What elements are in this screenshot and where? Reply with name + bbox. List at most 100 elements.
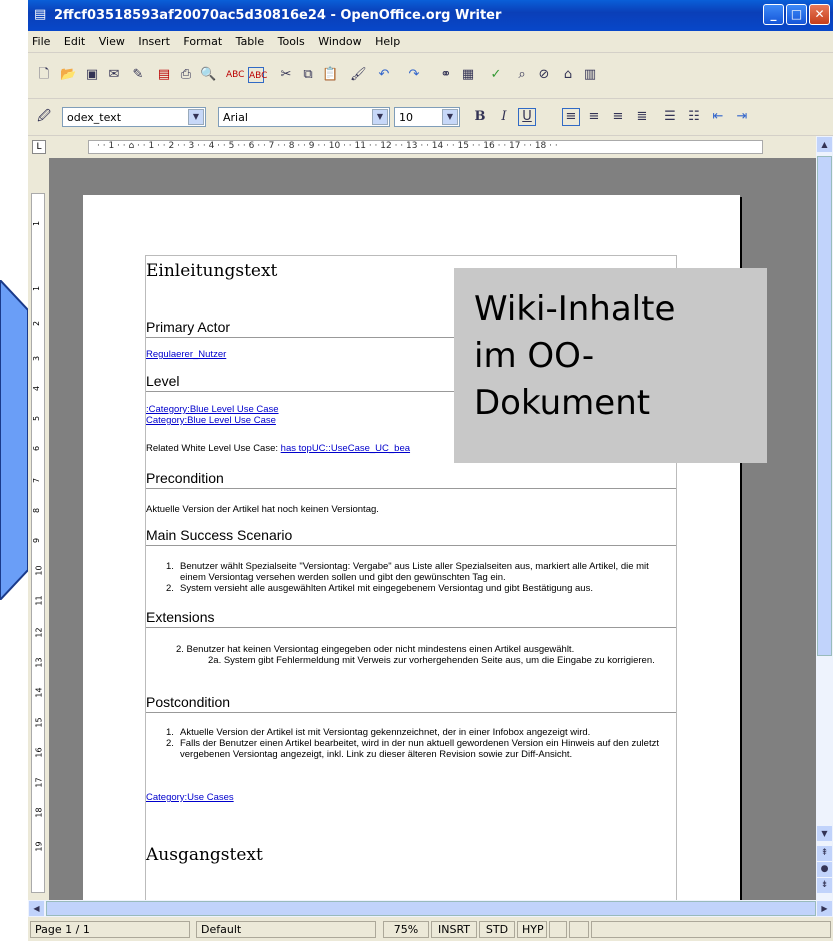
page-preview-icon[interactable]: 🔍 <box>200 67 216 83</box>
menu-bar: File Edit View Insert Format Table Tools… <box>28 31 833 53</box>
close-button[interactable]: ✕ <box>809 4 830 25</box>
font-size-select[interactable]: 10 ▼ <box>394 107 460 127</box>
previous-page-icon[interactable]: ⇞ <box>817 846 832 861</box>
hyperlink-icon[interactable]: ⚭ <box>438 67 454 83</box>
minimize-button[interactable]: _ <box>763 4 784 25</box>
underline-icon[interactable]: U <box>518 108 536 126</box>
horizontal-ruler[interactable]: L · · 1 · · ⌂ · · 1 · · 2 · · 3 · · 4 · … <box>28 136 833 158</box>
title-bar: ▤ 2ffcf03518593af20070ac5d30816e24 - Ope… <box>28 0 833 31</box>
formatting-toolbar: 🖉 odex_text ▼ Arial ▼ 10 ▼ B I U ≡ ≡ ≡ ≣ ☰ … <box>28 99 833 136</box>
vertical-scrollbar[interactable]: ▲ ▼ ⇞ ● ⇟ <box>816 136 833 900</box>
status-bar: Page 1 / 1 Default 75% INSRT STD HYP <box>28 917 833 941</box>
navigation-icon[interactable]: ● <box>817 862 832 877</box>
font-size-value: 10 <box>399 111 413 124</box>
autospellcheck-icon[interactable]: ABC <box>248 67 267 83</box>
font-name-select[interactable]: Arial ▼ <box>218 107 390 127</box>
vruler-number: 19 <box>34 841 44 852</box>
tab-stop-icon[interactable]: L <box>32 140 46 154</box>
show-draw-functions-icon[interactable]: ✓ <box>488 67 504 83</box>
insert-mode[interactable]: INSRT <box>431 921 477 938</box>
chevron-down-icon[interactable]: ▼ <box>188 109 204 125</box>
numbering-icon[interactable]: ☰ <box>662 109 678 125</box>
vruler-number: 14 <box>34 687 44 698</box>
paste-icon[interactable]: 📋 <box>322 67 338 83</box>
menu-help[interactable]: Help <box>371 31 406 48</box>
gallery-icon[interactable]: ⌂ <box>560 67 576 83</box>
align-center-icon[interactable]: ≡ <box>586 109 602 125</box>
scroll-right-icon[interactable]: ▶ <box>817 901 832 916</box>
table-icon[interactable]: ▦ <box>460 67 476 83</box>
callout-line: Dokument <box>474 383 651 423</box>
hyperlink-mode[interactable]: HYP <box>517 921 547 938</box>
justify-icon[interactable]: ≣ <box>634 109 650 125</box>
selection-mode[interactable]: STD <box>479 921 515 938</box>
extension-subitem: 2a. System gibt Fehlermeldung mit Verwei… <box>208 655 655 666</box>
chevron-down-icon[interactable]: ▼ <box>442 109 458 125</box>
actor-link[interactable]: Regulaerer_Nutzer <box>146 349 226 360</box>
maximize-button[interactable]: □ <box>786 4 807 25</box>
align-right-icon[interactable]: ≡ <box>610 109 626 125</box>
vruler-number: 17 <box>34 777 44 788</box>
export-pdf-icon[interactable]: ▤ <box>156 67 172 83</box>
heading-main-success-scenario: Main Success Scenario <box>146 527 676 546</box>
menu-table[interactable]: Table <box>232 31 270 48</box>
page-style[interactable]: Default <box>196 921 376 938</box>
callout-box: Wiki-Inhalte im OO- Dokument <box>454 268 767 463</box>
level-link-2[interactable]: Category:Blue Level Use Case <box>146 415 276 426</box>
navigator-icon[interactable]: ⊘ <box>536 67 552 83</box>
save-icon[interactable]: ▣ <box>84 67 100 83</box>
heading-ausgangstext: Ausgangstext <box>146 845 263 865</box>
redo-icon[interactable]: ↷ <box>406 67 422 83</box>
related-label: Related White Level Use Case: <box>146 443 281 454</box>
new-document-icon[interactable]: 🗋 <box>36 67 52 83</box>
scroll-left-icon[interactable]: ◀ <box>29 901 44 916</box>
bullets-icon[interactable]: ☷ <box>686 109 702 125</box>
cut-icon[interactable]: ✂ <box>278 67 294 83</box>
undo-icon[interactable]: ↶ <box>376 67 392 83</box>
scroll-down-icon[interactable]: ▼ <box>817 826 832 841</box>
list-item: Benutzer wählt Spezialseite "Versiontag:… <box>180 561 649 583</box>
open-folder-icon[interactable]: 📂 <box>60 67 76 83</box>
print-icon[interactable]: ⎙ <box>178 67 194 83</box>
callout-line: Wiki-Inhalte <box>474 289 676 329</box>
data-sources-icon[interactable]: ▥ <box>582 67 598 83</box>
edit-file-icon[interactable]: ✎ <box>130 67 146 83</box>
zoom-level[interactable]: 75% <box>383 921 429 938</box>
menu-tools[interactable]: Tools <box>274 31 311 48</box>
stylist-icon[interactable]: 🖉 <box>36 109 52 125</box>
chevron-down-icon[interactable]: ▼ <box>372 109 388 125</box>
spellcheck-icon[interactable]: ABC <box>226 67 244 83</box>
paragraph-style-select[interactable]: odex_text ▼ <box>62 107 206 127</box>
vruler-number: 11 <box>34 595 44 606</box>
copy-icon[interactable]: ⧉ <box>300 67 316 83</box>
decrease-indent-icon[interactable]: ⇤ <box>710 109 726 125</box>
scroll-thumb[interactable] <box>46 901 816 916</box>
scroll-up-icon[interactable]: ▲ <box>817 137 832 152</box>
main-list: 1. Benutzer wählt Spezialseite "Versionta… <box>146 561 676 594</box>
horizontal-scrollbar[interactable]: ◀ ▶ <box>28 900 833 917</box>
writer-app-icon: ▤ <box>34 7 47 22</box>
related-link[interactable]: has topUC::UseCase_UC_bea <box>281 443 410 454</box>
precondition-text: Aktuelle Version der Artikel hat noch ke… <box>146 504 379 515</box>
menu-insert[interactable]: Insert <box>134 31 176 48</box>
category-link[interactable]: Category:Use Cases <box>146 792 234 803</box>
next-page-icon[interactable]: ⇟ <box>817 878 832 893</box>
italic-icon[interactable]: I <box>496 109 512 125</box>
menu-edit[interactable]: Edit <box>60 31 91 48</box>
menu-file[interactable]: File <box>28 31 56 48</box>
level-link-1[interactable]: :Category:Blue Level Use Case <box>146 404 279 415</box>
email-icon[interactable]: ✉ <box>106 67 122 83</box>
menu-window[interactable]: Window <box>314 31 367 48</box>
clone-formatting-icon[interactable]: 🖌 <box>350 67 367 83</box>
vruler-number: 8 <box>32 507 42 514</box>
bold-icon[interactable]: B <box>472 109 488 125</box>
vruler-number: 5 <box>32 415 42 422</box>
find-replace-icon[interactable]: ⌕ <box>514 67 530 83</box>
page-count: Page 1 / 1 <box>30 921 190 938</box>
menu-format[interactable]: Format <box>179 31 228 48</box>
paragraph-style-value: odex_text <box>67 111 122 124</box>
scroll-thumb[interactable] <box>817 156 832 656</box>
increase-indent-icon[interactable]: ⇥ <box>734 109 750 125</box>
menu-view[interactable]: View <box>95 31 131 48</box>
align-left-icon[interactable]: ≡ <box>562 108 580 126</box>
